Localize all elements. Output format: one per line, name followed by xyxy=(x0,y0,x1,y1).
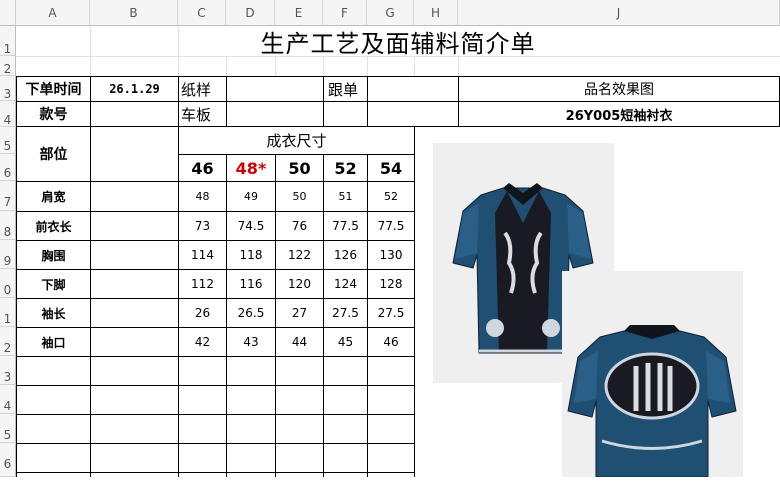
column-header-c[interactable]: C xyxy=(178,0,226,26)
row-header-11[interactable]: 1 xyxy=(0,298,16,327)
column-header-h[interactable]: H xyxy=(414,0,458,26)
measure-cell[interactable]: 77.5 xyxy=(324,212,367,240)
measure-cell[interactable]: 27.5 xyxy=(324,299,367,327)
row-header-4[interactable]: 4 xyxy=(0,101,16,127)
part-chest: 胸围 xyxy=(41,248,66,263)
measure-cell[interactable]: 120 xyxy=(276,270,323,298)
part-shoulder: 肩宽 xyxy=(41,190,66,204)
measure-cell[interactable]: 27 xyxy=(276,299,323,327)
measure-cell[interactable]: 44 xyxy=(276,328,323,356)
measure-cell[interactable]: 124 xyxy=(324,270,367,298)
measure-cell[interactable]: 52 xyxy=(368,182,414,211)
column-header-d[interactable]: D xyxy=(226,0,275,26)
measure-cell[interactable]: 74.5 xyxy=(227,212,275,240)
order-time-value[interactable]: 26.1.29 xyxy=(91,77,178,101)
part-label: 部位 xyxy=(39,147,68,163)
measure-cell[interactable]: 126 xyxy=(324,241,367,269)
size-46: 46 xyxy=(191,158,214,178)
follow-label: 跟单 xyxy=(328,80,359,99)
measure-cell[interactable]: 43 xyxy=(227,328,275,356)
order-time-label: 下单时间 xyxy=(25,82,82,98)
row-header-16[interactable]: 6 xyxy=(0,443,16,477)
row-header-15[interactable]: 5 xyxy=(0,414,16,443)
measure-cell[interactable]: 45 xyxy=(324,328,367,356)
measure-cell[interactable]: 77.5 xyxy=(368,212,414,240)
measure-cell[interactable]: 130 xyxy=(368,241,414,269)
row-header-14[interactable]: 4 xyxy=(0,385,16,414)
column-header-e[interactable]: E xyxy=(275,0,323,26)
size-48-highlight: 48* xyxy=(235,158,267,178)
measure-cell[interactable]: 50 xyxy=(276,182,323,211)
measure-cell[interactable]: 51 xyxy=(324,182,367,211)
row-header-1[interactable]: 1 xyxy=(0,26,16,56)
paper-sample-value[interactable] xyxy=(227,77,323,101)
page-title: 生产工艺及面辅料简介单 xyxy=(260,29,536,58)
row-header-6[interactable]: 6 xyxy=(0,154,16,181)
column-header-a[interactable]: A xyxy=(16,0,90,26)
follow-value[interactable] xyxy=(368,77,458,101)
measure-cell[interactable]: 26 xyxy=(179,299,226,327)
paper-sample-label: 纸样 xyxy=(181,80,212,99)
part-front-length: 前衣长 xyxy=(35,219,72,234)
row-header-10[interactable]: 0 xyxy=(0,269,16,298)
measure-cell[interactable]: 49 xyxy=(227,182,275,211)
measure-cell[interactable]: 42 xyxy=(179,328,226,356)
style-no-label: 款号 xyxy=(39,107,68,123)
measure-cell[interactable]: 122 xyxy=(276,241,323,269)
measure-cell[interactable]: 48 xyxy=(179,182,226,211)
part-cuff: 袖口 xyxy=(41,335,66,350)
style-no-value[interactable] xyxy=(91,102,178,126)
size-52: 52 xyxy=(334,158,357,178)
row-header-7[interactable]: 7 xyxy=(0,181,16,211)
measure-cell[interactable]: 26.5 xyxy=(227,299,275,327)
column-header-f[interactable]: F xyxy=(323,0,367,26)
measure-cell[interactable]: 76 xyxy=(276,212,323,240)
column-header-g[interactable]: G xyxy=(367,0,414,26)
row-header-8[interactable]: 8 xyxy=(0,211,16,240)
sewing-board-label: 车板 xyxy=(181,105,212,124)
corner-header[interactable] xyxy=(0,0,16,26)
measure-cell[interactable]: 116 xyxy=(227,270,275,298)
column-header-b[interactable]: B xyxy=(90,0,178,26)
sewing-board-value[interactable] xyxy=(227,102,323,126)
product-image-back[interactable] xyxy=(562,271,743,477)
measure-cell[interactable]: 118 xyxy=(227,241,275,269)
part-sleeve-length: 袖长 xyxy=(41,306,66,321)
product-image-label: 品名效果图 xyxy=(584,82,654,98)
measure-cell[interactable]: 27.5 xyxy=(368,299,414,327)
measure-cell[interactable]: 128 xyxy=(368,270,414,298)
product-name: 26Y005短袖衬衣 xyxy=(565,108,673,124)
size-54: 54 xyxy=(379,158,403,178)
row-header-5[interactable]: 5 xyxy=(0,127,16,154)
measure-cell[interactable]: 73 xyxy=(179,212,226,240)
row-header-12[interactable]: 2 xyxy=(0,327,16,356)
row-header-13[interactable]: 3 xyxy=(0,356,16,385)
row-header-3[interactable]: 3 xyxy=(0,76,16,101)
row-header-2[interactable]: 2 xyxy=(0,56,16,76)
part-hem: 下脚 xyxy=(41,277,66,292)
shirt-back-icon xyxy=(567,325,737,477)
measure-cell[interactable]: 46 xyxy=(368,328,414,356)
column-header-j[interactable]: J xyxy=(458,0,780,26)
row-header-9[interactable]: 9 xyxy=(0,240,16,269)
size-50: 50 xyxy=(288,158,311,178)
measure-cell[interactable]: 112 xyxy=(179,270,226,298)
size-group-label: 成衣尺寸 xyxy=(266,132,327,150)
measure-cell[interactable]: 114 xyxy=(179,241,226,269)
